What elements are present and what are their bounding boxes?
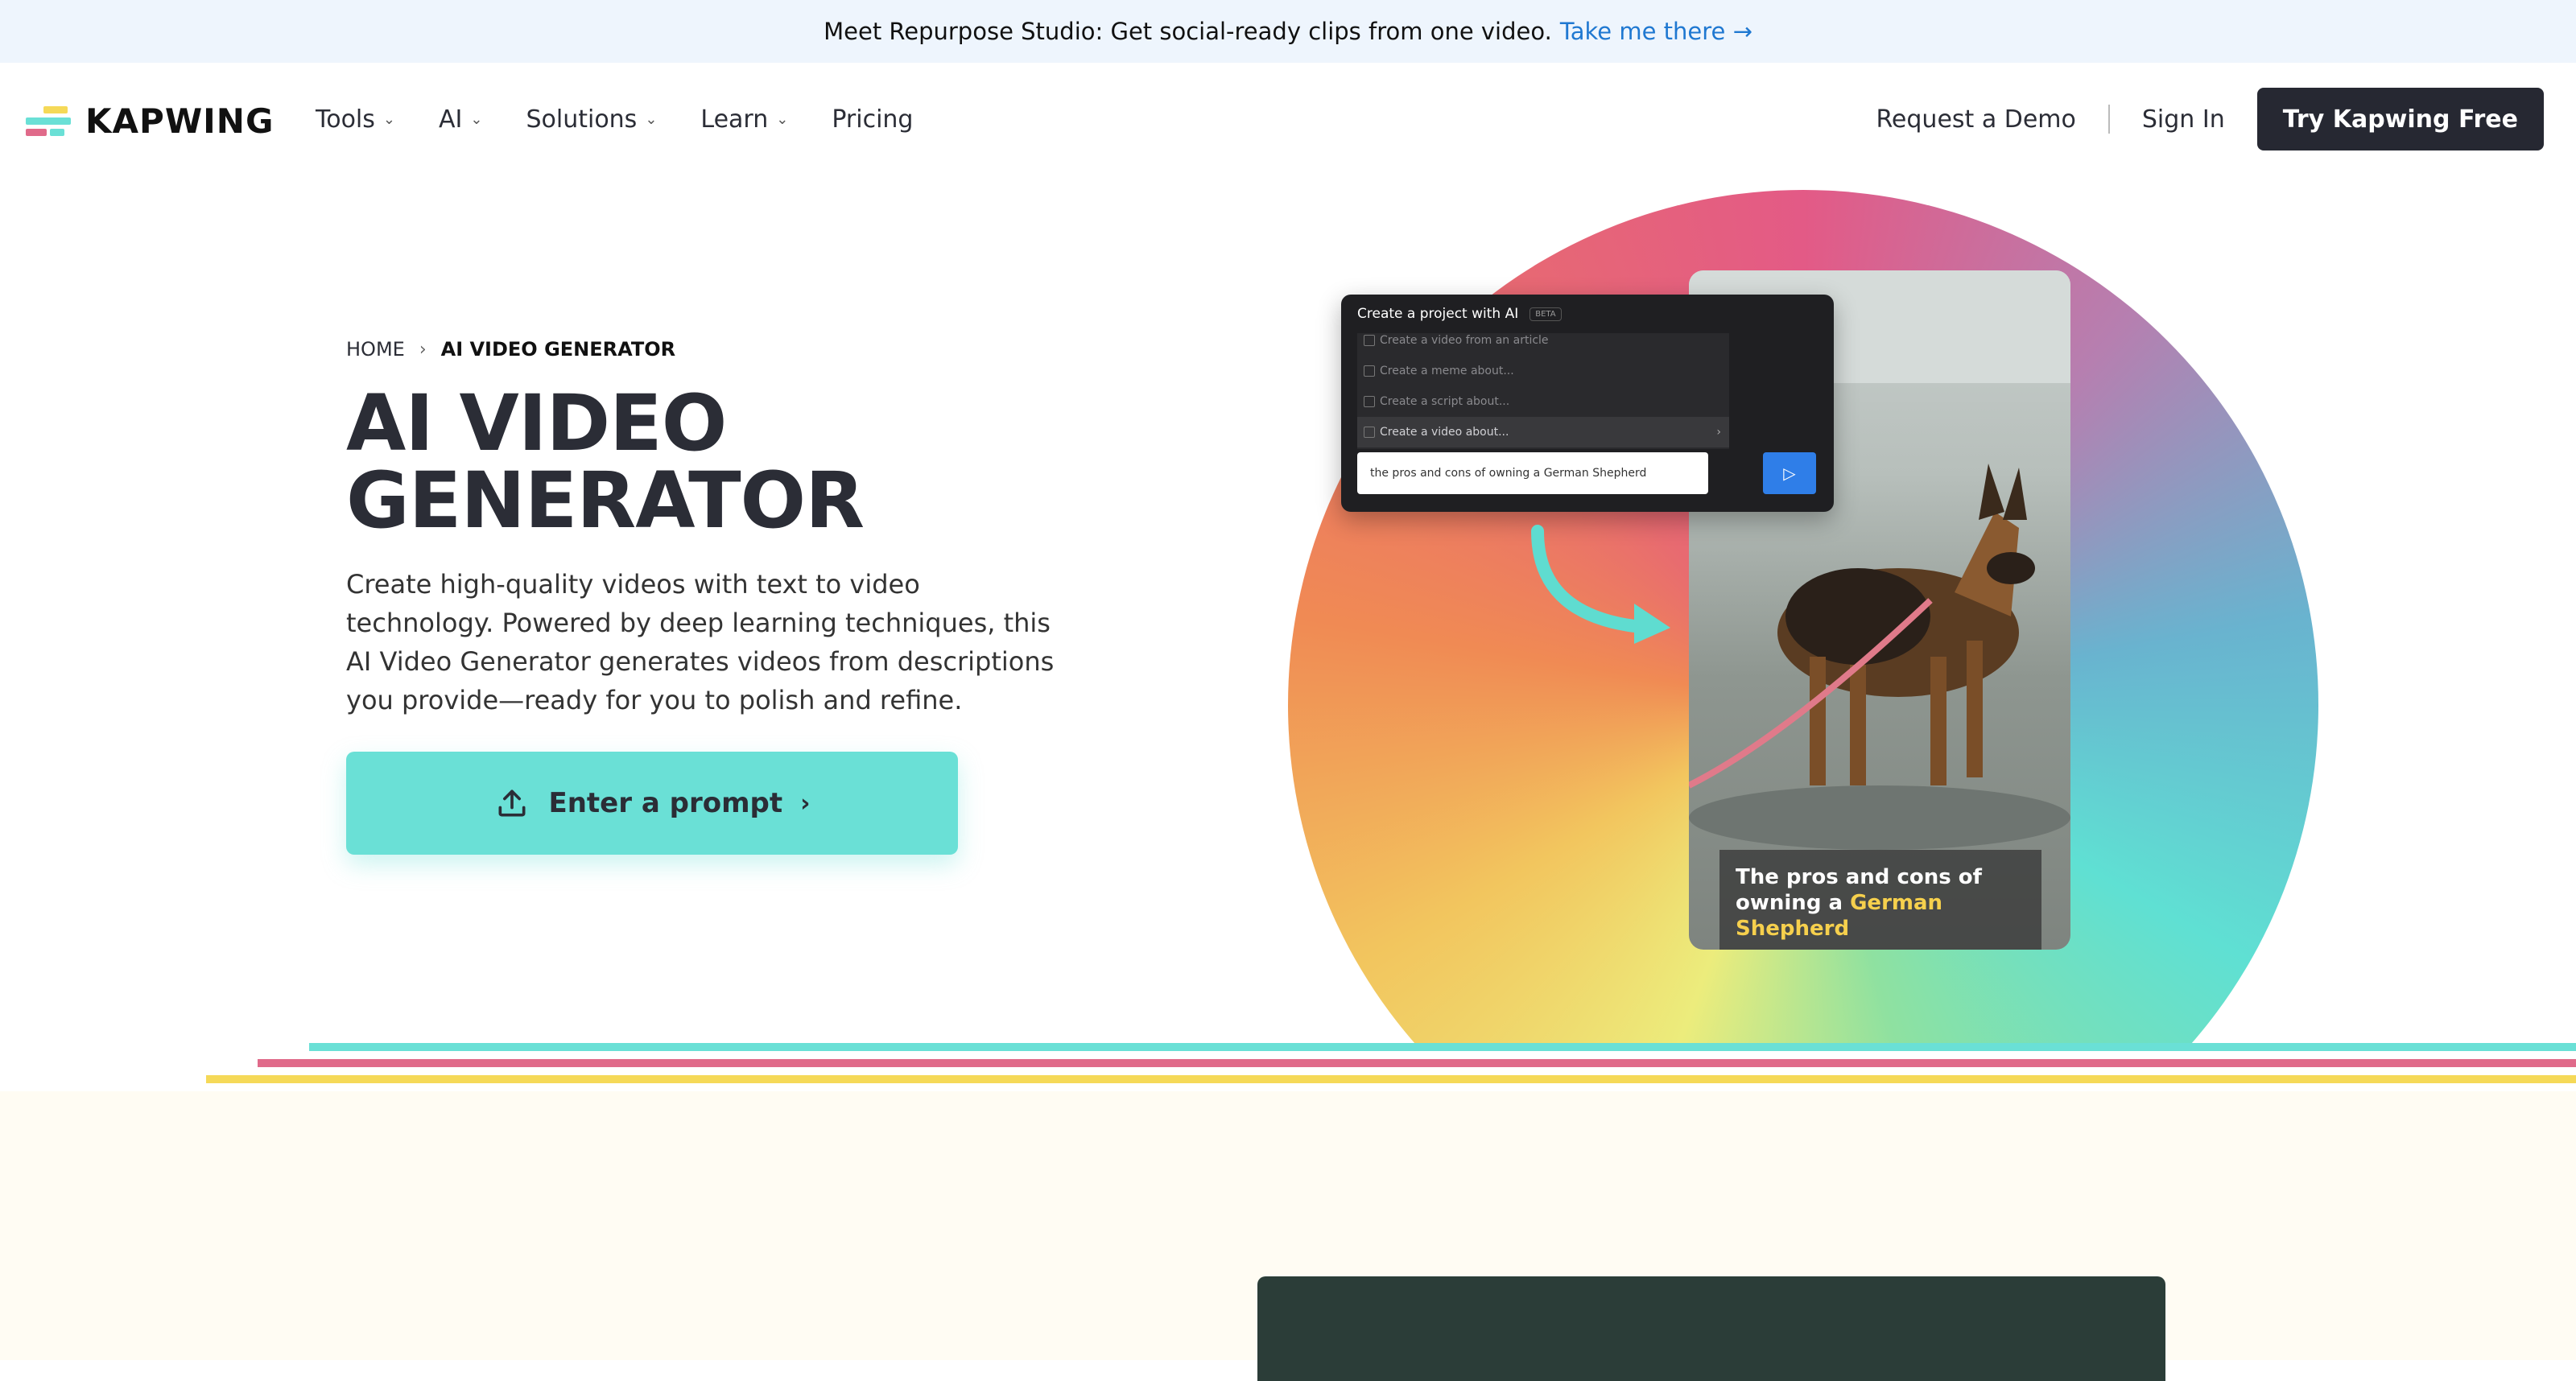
ai-option[interactable]: Create a script about... [1357,386,1729,417]
beta-badge: BETA [1530,307,1562,321]
ai-option[interactable]: Create a video from an article [1357,333,1729,356]
caption-line1: The pros and cons of [1736,865,1982,889]
pink-stripe [258,1059,2576,1067]
film-icon [1364,427,1375,438]
ai-option-label: Create a meme about... [1380,365,1514,377]
ai-prompt-input[interactable]: the pros and cons of owning a German She… [1357,452,1708,494]
ai-option-label: Create a video from an article [1380,334,1549,347]
dark-feature-card [1257,1276,2165,1381]
script-icon [1364,396,1375,407]
ai-panel-header: Create a project with AI BETA [1357,306,1562,322]
ai-option[interactable]: Create a meme about... [1357,356,1729,386]
article-icon [1364,335,1375,346]
meme-icon [1364,365,1375,377]
curved-arrow-icon [1531,525,1670,644]
teal-stripe [309,1043,2576,1051]
caption-line2: owning a [1736,891,1843,915]
ai-project-panel: Create a project with AI BETA Create a v… [1341,295,1834,512]
yellow-stripe [206,1075,2576,1083]
ai-option-selected[interactable]: Create a video about... › [1357,417,1729,447]
chevron-right-icon: › [1716,426,1721,439]
ai-options-list: Create a video from an article Create a … [1357,333,1729,449]
ai-option-label: Create a video about... [1380,426,1509,439]
ai-panel-title: Create a project with AI [1357,306,1519,322]
video-caption: The pros and cons of owning a German She… [1719,850,2041,950]
hero-illustration: The pros and cons of owning a German She… [0,0,2576,1046]
send-icon[interactable]: ▷ [1763,452,1816,494]
ai-option-label: Create a script about... [1380,395,1510,408]
